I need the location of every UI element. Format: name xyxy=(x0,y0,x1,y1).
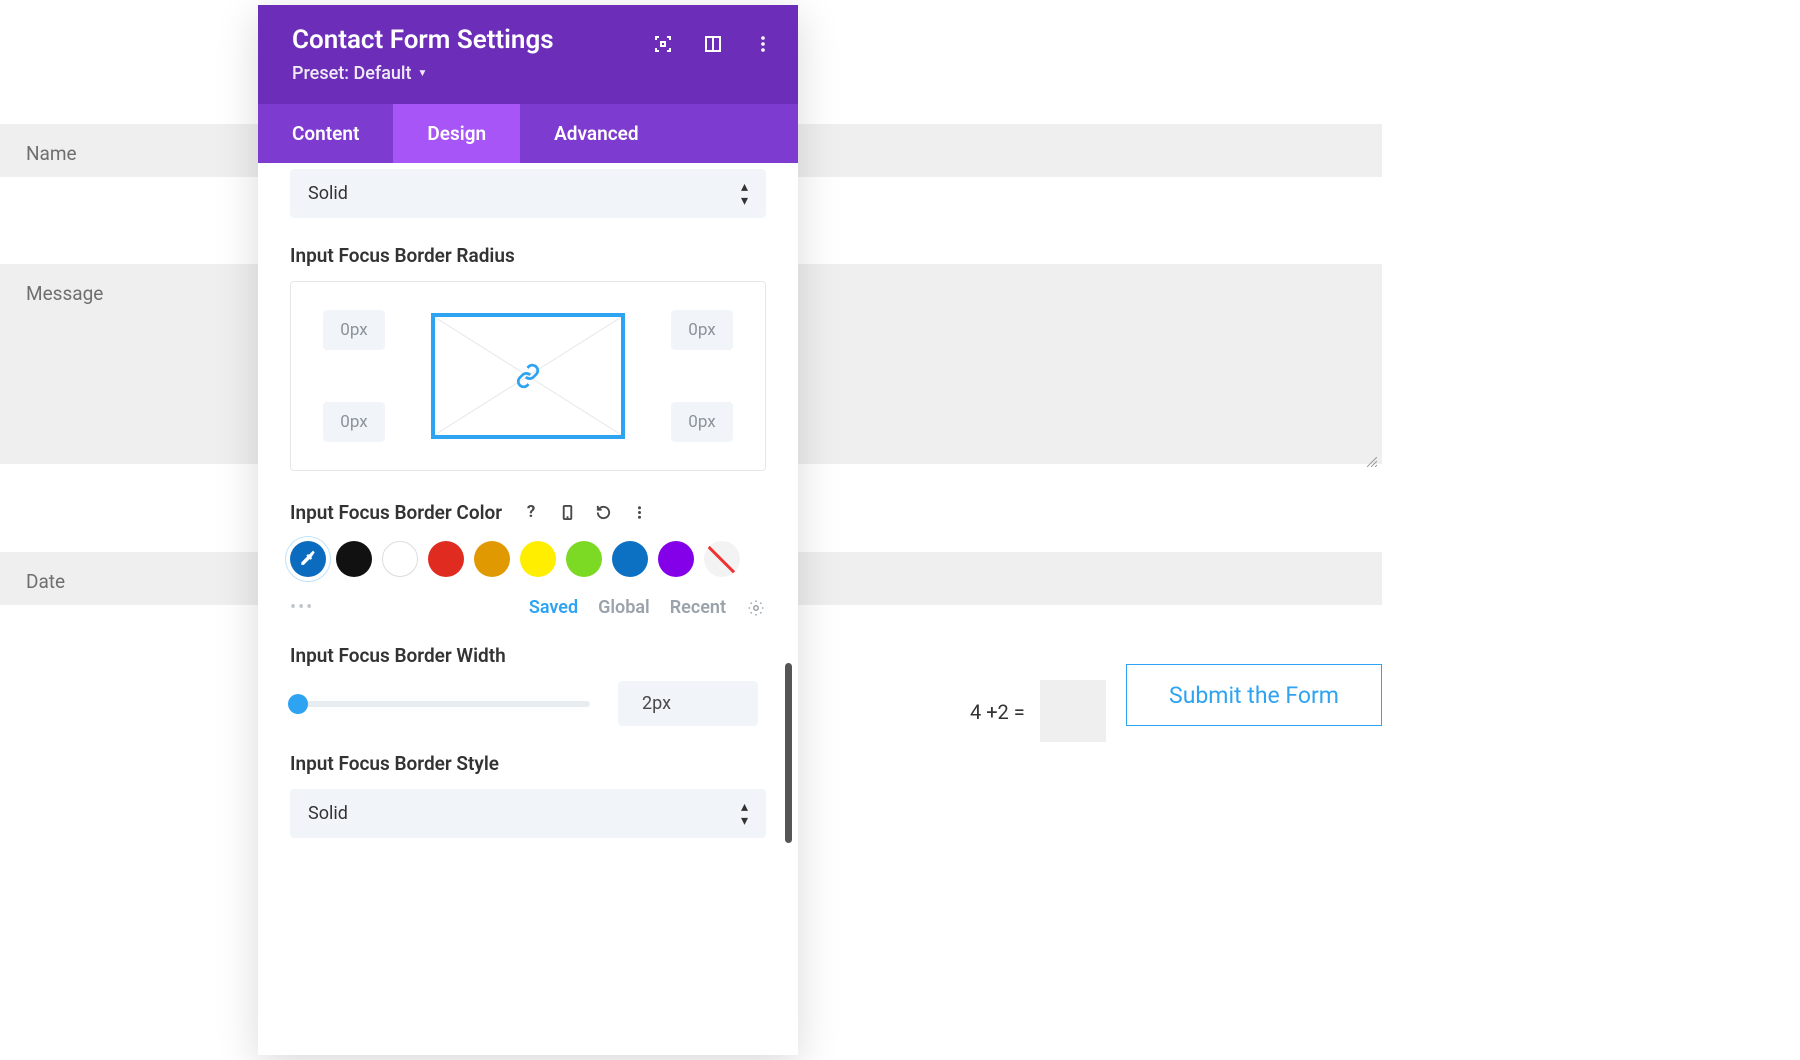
radius-preview[interactable] xyxy=(431,313,625,439)
email-address-input[interactable]: ddress xyxy=(700,124,1382,177)
message-placeholder: Message xyxy=(26,282,103,305)
border-radius-control: 0px 0px 0px 0px xyxy=(290,281,766,471)
radius-br[interactable]: 0px xyxy=(671,402,733,442)
swatch-blue[interactable] xyxy=(612,541,648,577)
tab-content[interactable]: Content xyxy=(258,104,393,163)
more-vertical-icon[interactable] xyxy=(752,33,774,55)
modal-tabs: Content Design Advanced xyxy=(258,104,798,163)
width-value[interactable]: 2px xyxy=(618,681,758,726)
border-style-select-top[interactable]: Solid ▴▾ xyxy=(290,169,766,218)
swatch-white[interactable] xyxy=(382,541,418,577)
mobile-icon[interactable] xyxy=(552,497,582,527)
border-width-control: 2px xyxy=(290,681,766,726)
radius-bl[interactable]: 0px xyxy=(323,402,385,442)
color-picker-swatch[interactable] xyxy=(290,541,326,577)
color-tab-global[interactable]: Global xyxy=(598,597,650,618)
settings-modal: Contact Form Settings Preset: Default ▼ … xyxy=(258,5,798,1055)
scrollbar[interactable] xyxy=(785,663,792,843)
select-arrow-icon: ▴▾ xyxy=(741,800,748,828)
header-icons xyxy=(652,33,774,55)
captcha-input[interactable] xyxy=(1040,680,1106,742)
help-icon[interactable]: ? xyxy=(516,497,546,527)
swatch-purple[interactable] xyxy=(658,541,694,577)
color-label-text: Input Focus Border Color xyxy=(290,501,502,524)
chevron-down-icon: ▼ xyxy=(418,68,428,79)
style-label: Input Focus Border Style xyxy=(290,752,766,775)
link-icon xyxy=(515,363,541,389)
color-tab-saved[interactable]: Saved xyxy=(529,597,578,618)
border-style-select[interactable]: Solid ▴▾ xyxy=(290,789,766,838)
swatch-green[interactable] xyxy=(566,541,602,577)
preset-label: Preset: Default xyxy=(292,63,412,84)
radius-label: Input Focus Border Radius xyxy=(290,244,766,267)
more-horizontal-icon[interactable]: ••• xyxy=(290,597,314,618)
reset-icon[interactable] xyxy=(588,497,618,527)
gear-icon[interactable] xyxy=(746,598,766,618)
tab-design[interactable]: Design xyxy=(393,104,520,163)
width-label: Input Focus Border Width xyxy=(290,644,766,667)
tab-advanced[interactable]: Advanced xyxy=(520,104,672,163)
label-tools: ? xyxy=(516,497,654,527)
modal-body: Solid ▴▾ Input Focus Border Radius 0px 0… xyxy=(258,163,798,1027)
submit-button[interactable]: Submit the Form xyxy=(1126,664,1382,726)
select-value: Solid xyxy=(308,183,348,204)
swatch-none[interactable] xyxy=(704,541,740,577)
color-swatches xyxy=(290,541,766,577)
focus-icon[interactable] xyxy=(652,33,674,55)
color-tab-recent[interactable]: Recent xyxy=(670,597,726,618)
radius-tl[interactable]: 0px xyxy=(323,310,385,350)
swatch-black[interactable] xyxy=(336,541,372,577)
color-label: Input Focus Border Color ? xyxy=(290,497,766,527)
resize-handle-icon[interactable] xyxy=(1367,449,1377,459)
width-slider[interactable] xyxy=(290,701,590,707)
select-value: Solid xyxy=(308,803,348,824)
preset-selector[interactable]: Preset: Default ▼ xyxy=(292,63,764,84)
layout-icon[interactable] xyxy=(702,33,724,55)
swatch-orange[interactable] xyxy=(474,541,510,577)
captcha-label: 4 +2 = xyxy=(970,700,1025,724)
swatch-red[interactable] xyxy=(428,541,464,577)
swatch-yellow[interactable] xyxy=(520,541,556,577)
select-arrow-icon: ▴▾ xyxy=(741,180,748,208)
radius-tr[interactable]: 0px xyxy=(671,310,733,350)
more-vertical-icon-small[interactable] xyxy=(624,497,654,527)
slider-thumb[interactable] xyxy=(288,694,308,714)
color-tabs: ••• Saved Global Recent xyxy=(290,597,766,618)
modal-header: Contact Form Settings Preset: Default ▼ … xyxy=(258,5,798,163)
